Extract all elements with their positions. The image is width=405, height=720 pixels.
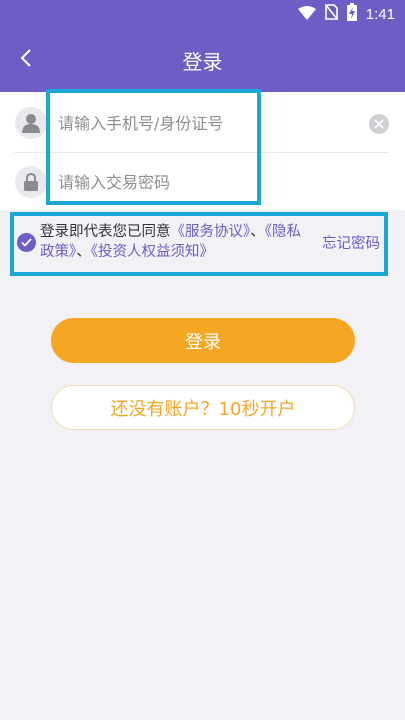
account-input[interactable]: [58, 108, 348, 138]
agreement-text: 登录即代表您已同意《服务协议》、《隐私政策》、《投资人权益须知》: [40, 222, 302, 262]
investor-rights-link[interactable]: 《投资人权益须知》: [91, 244, 214, 260]
battery-charging-icon: [346, 3, 357, 25]
checkbox-checked-icon[interactable]: [17, 233, 36, 252]
header: 登录: [0, 28, 405, 92]
user-icon: [15, 107, 47, 139]
agreement-separator: 、: [76, 244, 91, 260]
password-row: [0, 153, 405, 211]
clear-icon[interactable]: [369, 114, 389, 134]
status-bar: 1:41: [0, 0, 405, 28]
page-title: 登录: [182, 50, 223, 74]
no-sim-icon: [324, 3, 339, 24]
status-icons: 1:41: [297, 3, 395, 25]
agreement-prefix: 登录即代表您已同意: [40, 224, 171, 240]
password-input[interactable]: [58, 167, 348, 197]
account-row: [0, 94, 405, 152]
agreement-separator: 、: [250, 224, 265, 240]
register-button[interactable]: 还没有账户？10秒开户: [51, 385, 355, 430]
login-form: [0, 92, 405, 210]
agreement-section: 登录即代表您已同意《服务协议》、《隐私政策》、《投资人权益须知》 忘记密码: [10, 212, 388, 276]
service-agreement-link[interactable]: 《服务协议》: [171, 224, 251, 240]
lock-icon: [15, 166, 47, 198]
status-time: 1:41: [365, 5, 395, 23]
wifi-icon: [297, 5, 316, 24]
login-button[interactable]: 登录: [51, 318, 355, 363]
forgot-password-link[interactable]: 忘记密码: [322, 232, 380, 253]
